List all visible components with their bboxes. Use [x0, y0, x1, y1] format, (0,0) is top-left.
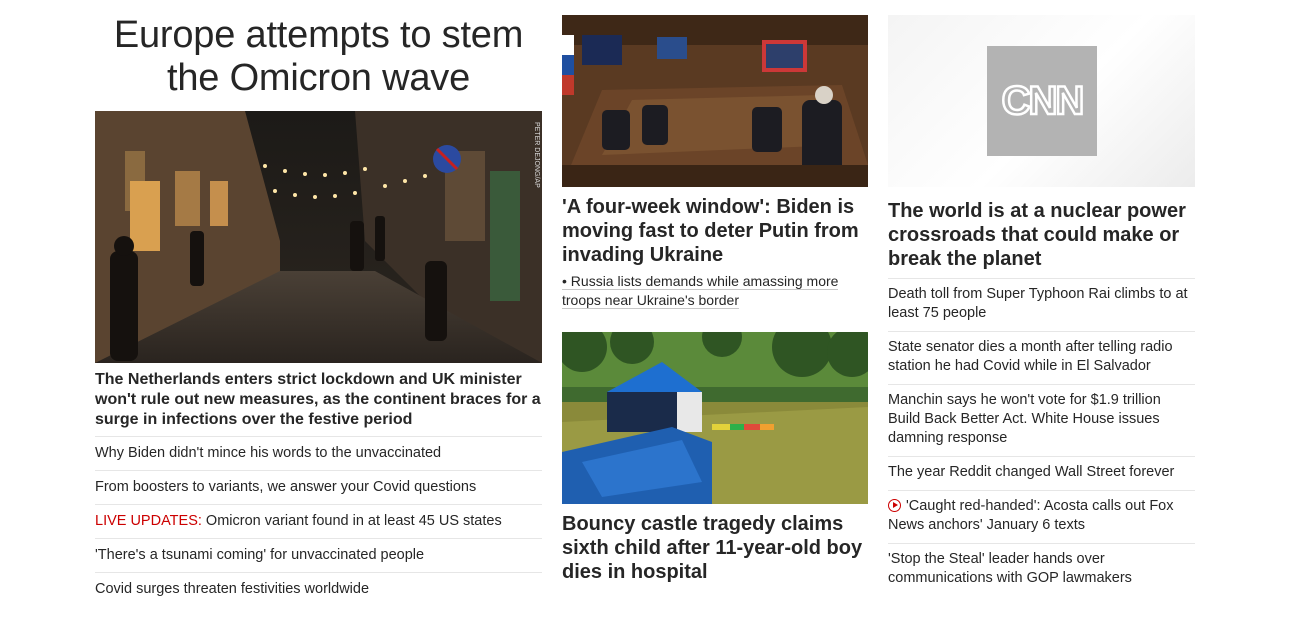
bouncy-castle-image[interactable]: [562, 332, 868, 504]
list-item[interactable]: 'Caught red-handed': Acosta calls out Fo…: [888, 490, 1195, 543]
russia-demands-link[interactable]: • Russia lists demands while amassing mo…: [562, 272, 868, 310]
cnn-logo-icon: CNN: [1000, 78, 1085, 125]
list-item[interactable]: Covid surges threaten festivities worldw…: [95, 572, 542, 606]
lead-headline[interactable]: Europe attempts to stem the Omicron wave: [95, 14, 542, 100]
list-item[interactable]: Manchin says he won't vote for $1.9 tril…: [888, 384, 1195, 456]
right-headlines-list: Death toll from Super Typhoon Rai climbs…: [888, 278, 1195, 596]
situation-room-image[interactable]: [562, 15, 868, 187]
live-updates-label: LIVE UPDATES:: [95, 513, 202, 529]
meeting-room-photo: [562, 15, 868, 187]
list-item[interactable]: 'There's a tsunami coming' for unvaccina…: [95, 538, 542, 572]
amsterdam-street-photo: PETER DEJONG/AP: [95, 111, 542, 363]
park-tent-photo: [562, 332, 868, 504]
cnn-logo: CNN: [987, 46, 1097, 156]
list-item[interactable]: From boosters to variants, we answer you…: [95, 470, 542, 504]
lead-related-list: Why Biden didn't mince his words to the …: [95, 436, 542, 606]
bouncy-castle-headline[interactable]: Bouncy castle tragedy claims sixth child…: [562, 512, 868, 584]
lead-story-image[interactable]: PETER DEJONG/AP: [95, 111, 542, 363]
list-item[interactable]: Why Biden didn't mince his words to the …: [95, 436, 542, 470]
biden-ukraine-headline[interactable]: 'A four-week window': Biden is moving fa…: [562, 195, 868, 267]
list-item[interactable]: The year Reddit changed Wall Street fore…: [888, 456, 1195, 490]
video-play-icon: [888, 499, 901, 512]
list-item[interactable]: 'Stop the Steal' leader hands over commu…: [888, 543, 1195, 596]
lead-story-caption[interactable]: The Netherlands enters strict lockdown a…: [95, 370, 542, 430]
list-item[interactable]: State senator dies a month after telling…: [888, 331, 1195, 384]
cnn-placeholder-image[interactable]: CNN: [888, 15, 1195, 187]
list-item[interactable]: Death toll from Super Typhoon Rai climbs…: [888, 278, 1195, 331]
nuclear-crossroads-headline[interactable]: The world is at a nuclear power crossroa…: [888, 199, 1195, 271]
svg-text:CNN: CNN: [1002, 79, 1083, 123]
list-item[interactable]: LIVE UPDATES: Omicron variant found in a…: [95, 504, 542, 538]
photo-credit: PETER DEJONG/AP: [533, 122, 540, 188]
